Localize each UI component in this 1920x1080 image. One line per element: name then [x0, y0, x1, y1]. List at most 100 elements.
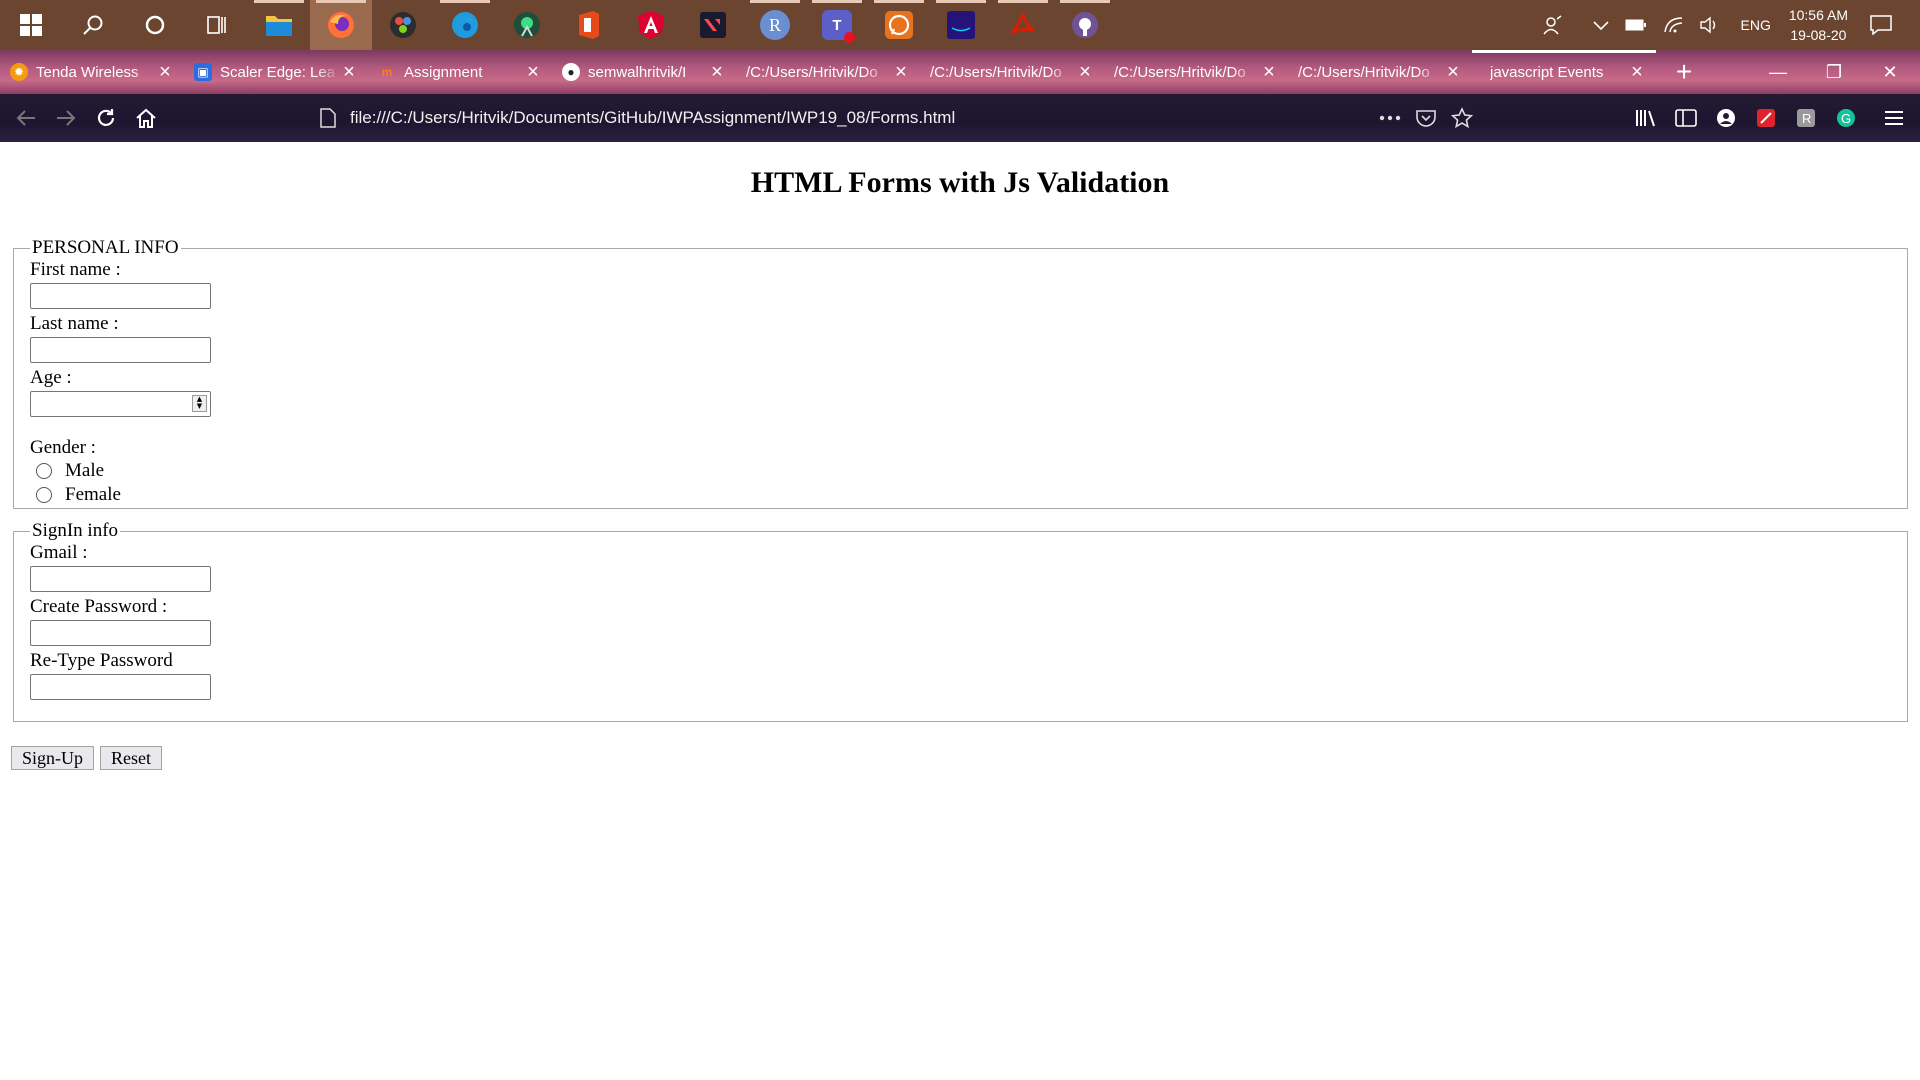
battery-icon[interactable] — [1625, 18, 1647, 32]
reload-button[interactable] — [90, 102, 122, 134]
back-arrow-icon — [16, 110, 35, 126]
signin-info-fieldset: SignIn info Gmail : Create Password : Re… — [13, 520, 1908, 722]
tab-close-icon[interactable]: × — [340, 62, 358, 82]
whatsapp-icon — [885, 11, 913, 39]
tab-local-file-4[interactable]: /C:/Users/Hritvik/Do × — [1288, 50, 1472, 94]
language-indicator[interactable]: ENG — [1741, 17, 1771, 33]
task-view-button[interactable] — [186, 0, 248, 50]
davinci-resolve-icon — [390, 12, 416, 38]
tab-local-file-1[interactable]: /C:/Users/Hritvik/Do × — [736, 50, 920, 94]
home-button[interactable] — [130, 102, 162, 134]
tab-local-file-3[interactable]: /C:/Users/Hritvik/Do × — [1104, 50, 1288, 94]
taskbar-app-firefox[interactable] — [310, 0, 372, 50]
retype-password-input[interactable] — [30, 674, 211, 700]
new-tab-button[interactable]: + — [1664, 50, 1704, 94]
tab-close-icon[interactable]: × — [1260, 62, 1278, 82]
age-spinner-icon[interactable]: ▲ ▼ — [192, 395, 207, 412]
create-password-input[interactable] — [30, 620, 211, 646]
tab-close-icon[interactable]: × — [1628, 62, 1646, 82]
chevron-up-icon[interactable] — [1592, 20, 1609, 30]
pocket-button[interactable] — [1410, 102, 1442, 134]
reload-icon — [97, 109, 115, 126]
taskbar-app-acrobat[interactable] — [992, 0, 1054, 50]
android-studio-icon — [514, 12, 540, 38]
close-window-button[interactable]: ✕ — [1862, 50, 1918, 94]
taskbar-app-valorant[interactable] — [682, 0, 744, 50]
taskbar-search-button[interactable] — [62, 0, 124, 50]
taskbar-app-davinci-resolve[interactable] — [372, 0, 434, 50]
scaler-favicon-icon: ▣ — [194, 63, 212, 81]
minimize-button[interactable]: — — [1750, 50, 1806, 94]
age-input[interactable] — [30, 391, 211, 417]
tab-close-icon[interactable]: × — [156, 62, 174, 82]
account-button[interactable] — [1710, 102, 1742, 134]
taskbar-app-office[interactable] — [558, 0, 620, 50]
account-icon — [1717, 109, 1735, 127]
tab-local-file-2[interactable]: /C:/Users/Hritvik/Do × — [920, 50, 1104, 94]
wifi-icon[interactable] — [1663, 16, 1683, 34]
taskbar-app-github[interactable] — [1054, 0, 1116, 50]
cortana-icon — [145, 15, 165, 35]
extension-pdf-button[interactable] — [1750, 102, 1782, 134]
tab-github-semwalhritvik[interactable]: ● semwalhritvik/I × — [552, 50, 736, 94]
age-label: Age : — [30, 367, 72, 388]
taskbar-app-android-studio[interactable] — [496, 0, 558, 50]
forward-button[interactable] — [50, 102, 82, 134]
teams-icon: T — [822, 10, 855, 43]
female-label: Female — [65, 484, 121, 505]
clock[interactable]: 10:56 AM 19-08-20 — [1789, 5, 1848, 45]
moodle-favicon-icon: m — [381, 65, 393, 79]
reset-button[interactable]: Reset — [100, 746, 162, 770]
tab-close-icon[interactable]: × — [708, 62, 726, 82]
signin-info-legend: SignIn info — [32, 520, 119, 541]
notification-icon[interactable] — [1870, 15, 1892, 35]
gender-male-option[interactable]: Male — [36, 459, 1891, 483]
restore-button[interactable]: ❐ — [1806, 50, 1862, 94]
tab-close-icon[interactable]: × — [1444, 62, 1462, 82]
people-icon[interactable] — [1542, 15, 1563, 35]
tab-scaler-edge[interactable]: ▣ Scaler Edge: Lea × — [184, 50, 368, 94]
gender-female-option[interactable]: Female — [36, 483, 1891, 507]
taskbar-app-angular[interactable] — [620, 0, 682, 50]
taskbar-app-whatsapp[interactable] — [868, 0, 930, 50]
cortana-button[interactable] — [124, 0, 186, 50]
first-name-input[interactable] — [30, 283, 211, 309]
taskbar-app-teams[interactable]: T — [806, 0, 868, 50]
female-radio[interactable] — [36, 487, 52, 503]
tab-assignment[interactable]: m Assignment × — [368, 50, 552, 94]
gmail-input[interactable] — [30, 566, 211, 592]
tab-close-icon[interactable]: × — [1076, 62, 1094, 82]
tab-close-icon[interactable]: × — [524, 62, 542, 82]
tab-title: Tenda Wireless — [36, 63, 139, 81]
volume-icon[interactable] — [1699, 16, 1719, 34]
navigation-toolbar: file:///C:/Users/Hritvik/Documents/GitHu… — [0, 94, 1920, 142]
taskbar-app-file-explorer[interactable] — [248, 0, 310, 50]
system-tray: ENG 10:56 AM 19-08-20 — [1535, 0, 1920, 50]
back-button[interactable] — [10, 102, 42, 134]
sign-up-button[interactable]: Sign-Up — [11, 746, 95, 770]
menu-button[interactable] — [1878, 102, 1910, 134]
clock-time: 10:56 AM — [1788, 7, 1848, 23]
last-name-input[interactable] — [30, 337, 211, 363]
library-button[interactable] — [1630, 102, 1662, 134]
bookmark-button[interactable] — [1446, 102, 1478, 134]
file-explorer-icon — [266, 16, 292, 36]
url-bar[interactable]: file:///C:/Users/Hritvik/Documents/GitHu… — [310, 100, 1480, 136]
tab-title: semwalhritvik/I — [588, 63, 687, 81]
tab-javascript-events[interactable]: javascript Events × — [1472, 50, 1656, 94]
taskbar-app-edge[interactable] — [434, 0, 496, 50]
tab-tenda-wireless[interactable]: ✹ Tenda Wireless × — [0, 50, 184, 94]
grammarly-button[interactable]: G — [1830, 102, 1862, 134]
taskbar-app-amazon-music[interactable] — [930, 0, 992, 50]
extension-r-button[interactable]: R — [1790, 102, 1822, 134]
sidebar-button[interactable] — [1670, 102, 1702, 134]
gender-label: Gender : — [30, 437, 96, 458]
clock-date: 19-08-20 — [1790, 27, 1847, 43]
windows-taskbar: R T ENG 10:56 AM 19-08-20 — [0, 0, 1920, 50]
taskbar-app-profile[interactable]: R — [744, 0, 806, 50]
page-actions-button[interactable] — [1374, 102, 1406, 134]
home-icon — [136, 108, 156, 128]
male-radio[interactable] — [36, 463, 52, 479]
start-button[interactable] — [0, 0, 62, 50]
tab-close-icon[interactable]: × — [892, 62, 910, 82]
